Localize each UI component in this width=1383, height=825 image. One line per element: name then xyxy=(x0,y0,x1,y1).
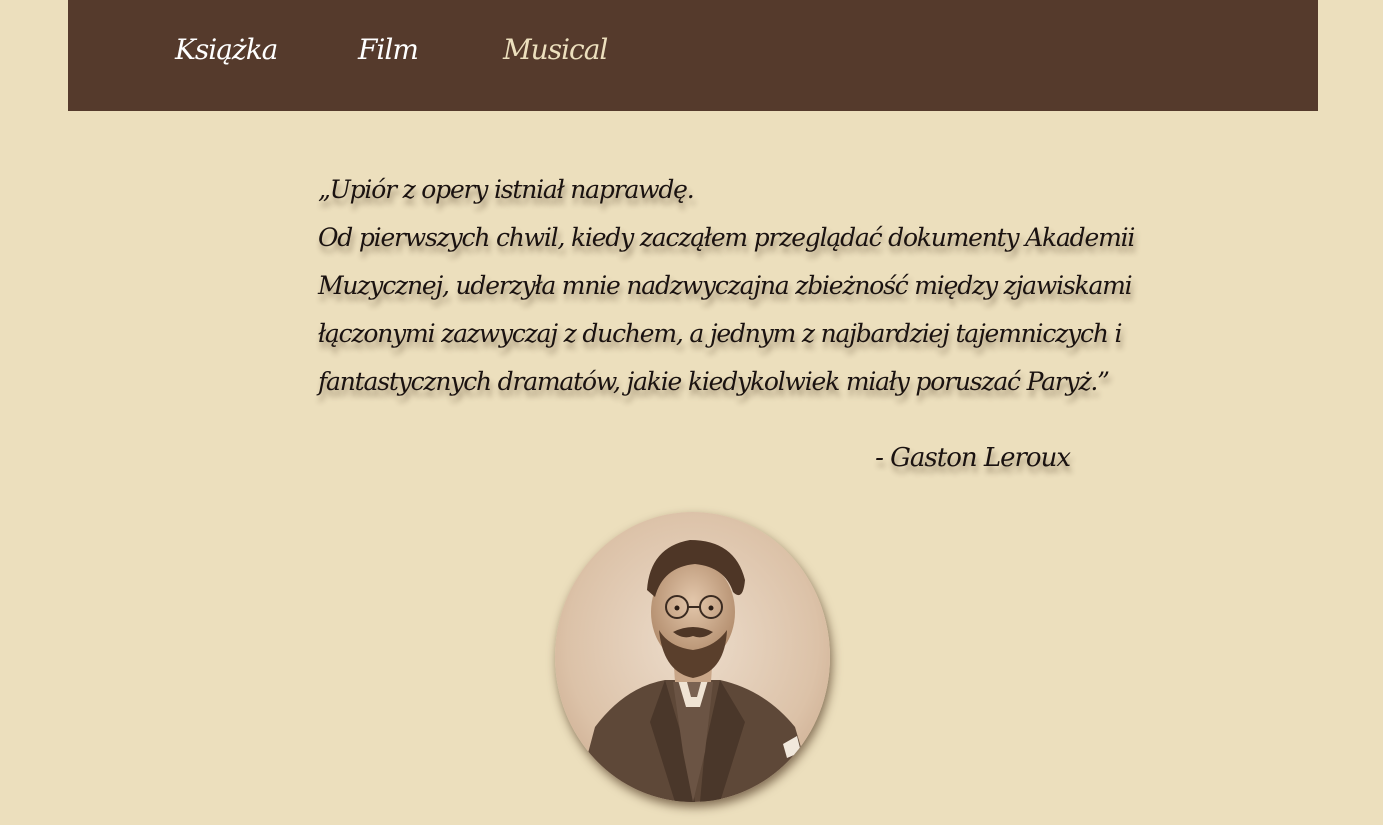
author-portrait xyxy=(555,512,830,802)
portrait-image xyxy=(555,512,830,802)
quote-line: „Upiór z opery istniał naprawdę. xyxy=(318,175,695,204)
nav-link-ksiazka[interactable]: Książka xyxy=(175,33,278,67)
nav-link-musical[interactable]: Musical xyxy=(503,33,608,67)
quote-line: łączonymi zazwyczaj z duchem, a jednym z… xyxy=(318,319,1122,348)
quote-line: fantastycznych dramatów, jakie kiedykolw… xyxy=(318,367,1110,396)
quote-line: Muzycznej, uderzyła mnie nadzwyczajna zb… xyxy=(318,271,1133,300)
nav-link-film[interactable]: Film xyxy=(358,33,419,67)
top-navbar: Książka Film Musical xyxy=(68,0,1318,111)
quote-author: - Gaston Leroux xyxy=(875,443,1071,473)
quote-text: „Upiór z opery istniał naprawdę. Od pier… xyxy=(318,166,1135,406)
quote-line: Od pierwszych chwil, kiedy zacząłem prze… xyxy=(318,223,1135,252)
